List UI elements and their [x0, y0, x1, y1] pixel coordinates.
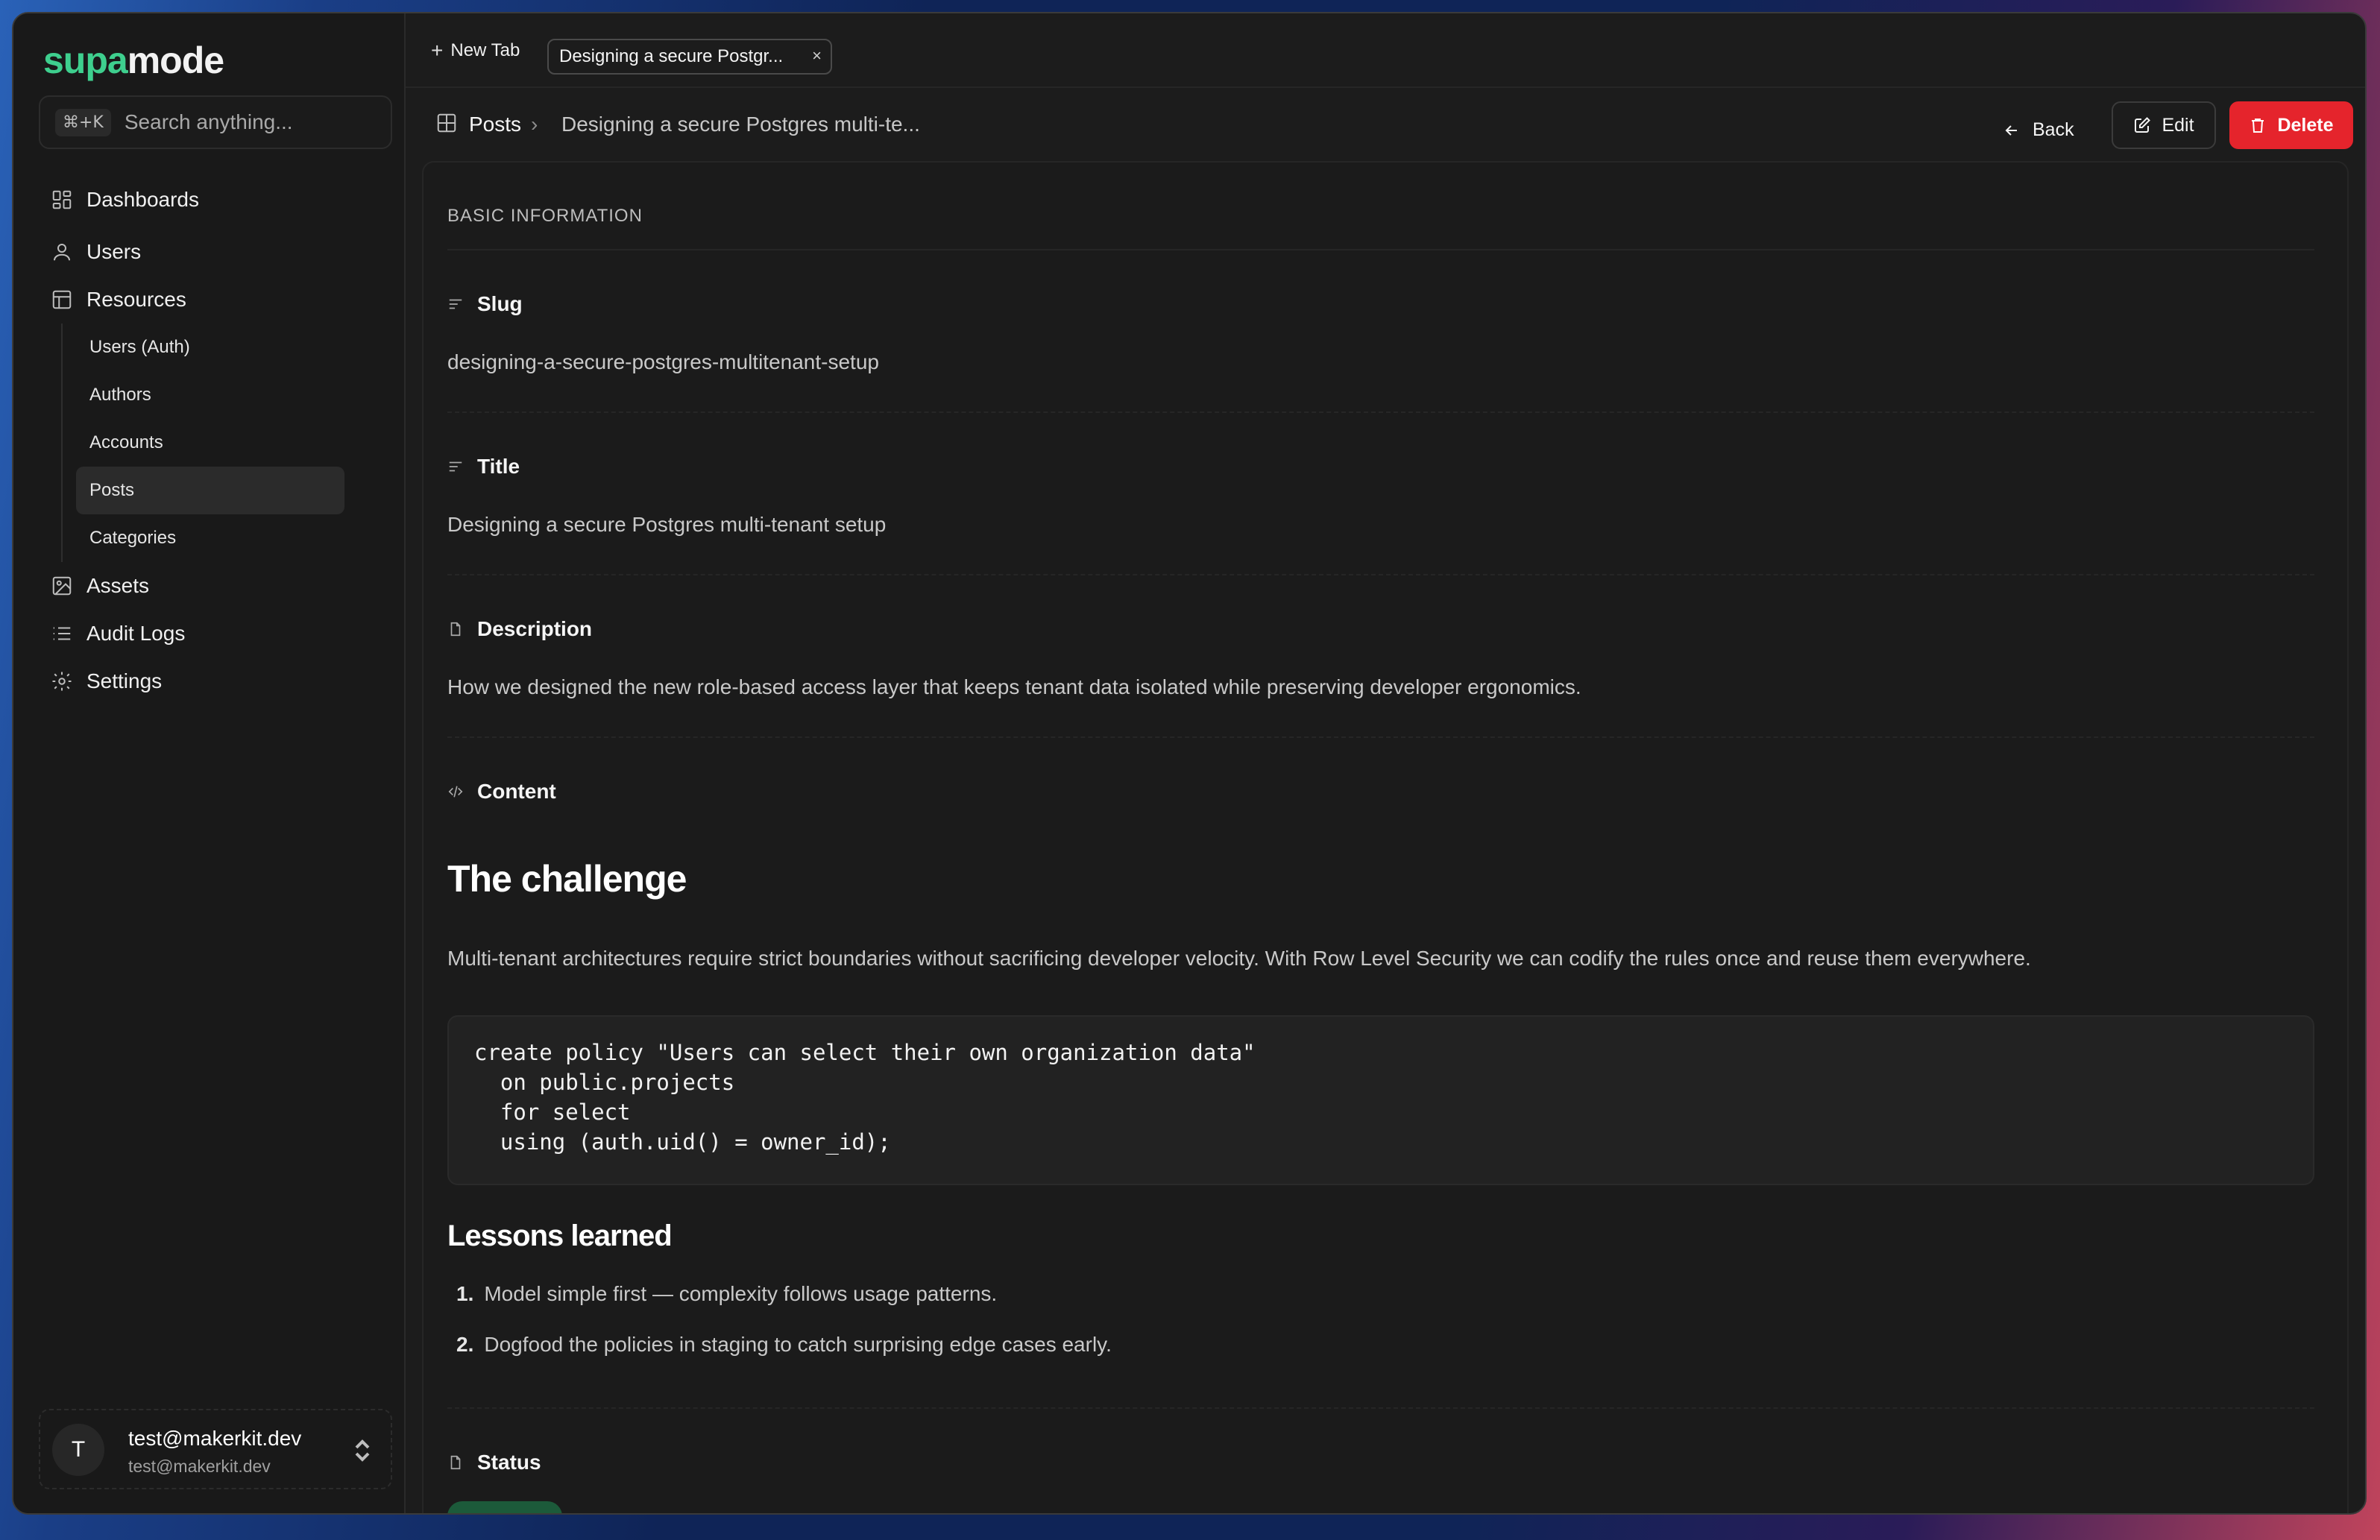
- app-window: supamode ⌘+K Search anything... Dashboar…: [12, 12, 2367, 1515]
- list-item: 2. Dogfood the policies in staging to cat…: [456, 1333, 1112, 1357]
- title-label: Title: [477, 455, 520, 478]
- sidebar-item-label: Audit Logs: [86, 622, 186, 645]
- avatar: T: [52, 1424, 104, 1476]
- list-item: 1. Model simple first — complexity follow…: [456, 1282, 997, 1306]
- edit-label: Edit: [2162, 114, 2194, 136]
- record-panel: BASIC INFORMATION Slug designing-a-secur…: [422, 161, 2349, 1513]
- delete-label: Delete: [2277, 114, 2334, 136]
- status-badge: [447, 1501, 562, 1513]
- sidebar-item-categories[interactable]: Categories: [76, 514, 344, 562]
- user-email: test@makerkit.dev: [128, 1457, 271, 1476]
- field-label-content: Content: [447, 780, 556, 804]
- dashboard-icon: [52, 190, 72, 209]
- sidebar-nav: Dashboards Users Resources Users (Auth) …: [39, 176, 392, 705]
- sidebar-item-accounts[interactable]: Accounts: [76, 419, 344, 467]
- sidebar-item-assets[interactable]: Assets: [39, 562, 392, 610]
- sidebar-item-dashboards[interactable]: Dashboards: [39, 176, 392, 224]
- table-icon: [437, 113, 456, 133]
- file-icon: [450, 622, 461, 637]
- divider: [447, 249, 2314, 250]
- app-logo[interactable]: supamode: [43, 39, 224, 82]
- logo-part-1: supa: [43, 40, 128, 81]
- content-heading-2: Lessons learned: [447, 1219, 673, 1252]
- field-label-description: Description: [447, 617, 592, 641]
- new-tab-button[interactable]: + New Tab: [431, 39, 520, 63]
- search-shortcut: ⌘+K: [55, 108, 111, 136]
- sidebar: supamode ⌘+K Search anything... Dashboar…: [13, 13, 406, 1513]
- image-icon: [52, 576, 72, 596]
- divider: [447, 411, 2314, 413]
- list-text: Model simple first — complexity follows …: [484, 1282, 998, 1305]
- divider: [447, 574, 2314, 575]
- sidebar-item-audit-logs[interactable]: Audit Logs: [39, 610, 392, 657]
- breadcrumb-current: Designing a secure Postgres multi-te...: [561, 113, 920, 136]
- text-align-icon: [449, 461, 462, 472]
- close-tab-icon[interactable]: ×: [812, 46, 822, 66]
- trash-icon: [2252, 119, 2264, 133]
- breadcrumb-posts[interactable]: Posts: [469, 113, 521, 136]
- edit-button[interactable]: Edit: [2112, 101, 2216, 149]
- tab-label: Designing a secure Postgr...: [559, 46, 784, 66]
- sidebar-item-label: Dashboards: [86, 188, 199, 211]
- user-icon: [54, 244, 70, 261]
- back-button[interactable]: Back: [2003, 119, 2074, 141]
- sidebar-item-label: Users: [86, 240, 142, 263]
- list-number: 2.: [456, 1333, 474, 1356]
- file-icon: [450, 1455, 461, 1470]
- code-icon: [448, 786, 463, 798]
- resources-submenu: Users (Auth) Authors Accounts Posts Cate…: [61, 324, 392, 562]
- list-number: 1.: [456, 1282, 474, 1305]
- sidebar-item-label: Resources: [86, 288, 186, 311]
- slug-label: Slug: [477, 292, 523, 315]
- field-label-status: Status: [447, 1451, 541, 1474]
- plus-icon: +: [431, 39, 444, 62]
- logo-part-2: mode: [127, 40, 224, 81]
- user-menu[interactable]: T test@makerkit.dev test@makerkit.dev: [39, 1409, 392, 1489]
- sidebar-item-users[interactable]: Users: [39, 228, 392, 276]
- content-heading-1: The challenge: [447, 858, 687, 900]
- description-label: Description: [477, 617, 593, 640]
- description-value: How we designed the new role-based acces…: [447, 675, 1581, 698]
- table-icon: [52, 290, 72, 309]
- list-icon: [53, 627, 71, 640]
- code-block: create policy "Users can select their ow…: [447, 1015, 2314, 1185]
- content-label: Content: [477, 780, 556, 803]
- user-name: test@makerkit.dev: [128, 1427, 302, 1450]
- arrow-left-icon: [2005, 124, 2017, 136]
- content-paragraph: Multi-tenant architectures require stric…: [447, 947, 2031, 970]
- search-placeholder: Search anything...: [124, 110, 293, 133]
- breadcrumb-separator: ›: [531, 113, 538, 136]
- title-value: Designing a secure Postgres multi-tenant…: [447, 513, 887, 536]
- tab-bar: + New Tab Designing a secure Postgr... ×: [406, 13, 2365, 88]
- tab-active-post[interactable]: Designing a secure Postgr... ×: [547, 39, 832, 75]
- slug-value: designing-a-secure-postgres-multitenant-…: [447, 350, 879, 373]
- chevron-up-down-icon: [355, 1439, 370, 1462]
- edit-icon: [2135, 117, 2151, 133]
- sidebar-item-authors[interactable]: Authors: [76, 371, 344, 419]
- sidebar-item-users-auth[interactable]: Users (Auth): [76, 324, 344, 371]
- gear-icon: [52, 672, 72, 691]
- sidebar-item-posts[interactable]: Posts: [76, 467, 344, 514]
- text-align-icon: [449, 299, 462, 309]
- sidebar-item-resources[interactable]: Resources: [39, 276, 392, 324]
- divider: [447, 736, 2314, 738]
- sidebar-item-label: Settings: [86, 669, 163, 692]
- sidebar-item-label: Assets: [86, 574, 150, 597]
- list-text: Dogfood the policies in staging to catch…: [484, 1333, 1112, 1356]
- breadcrumb-bar: Posts › Designing a secure Postgres mult…: [406, 88, 2365, 162]
- search-box[interactable]: ⌘+K Search anything...: [39, 95, 392, 149]
- section-title: BASIC INFORMATION: [447, 206, 643, 226]
- field-label-title: Title: [447, 455, 520, 479]
- delete-button[interactable]: Delete: [2229, 101, 2353, 149]
- back-label: Back: [2033, 119, 2074, 140]
- divider: [447, 1407, 2314, 1409]
- sidebar-item-settings[interactable]: Settings: [39, 657, 392, 705]
- status-label: Status: [477, 1451, 541, 1474]
- new-tab-label: New Tab: [450, 40, 520, 60]
- field-label-slug: Slug: [447, 292, 523, 316]
